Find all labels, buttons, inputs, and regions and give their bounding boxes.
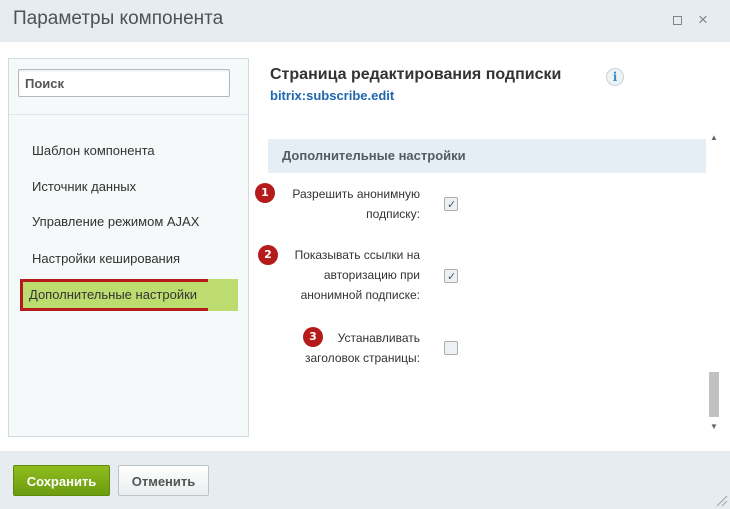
sidebar-item-template[interactable]: Шаблон компонента: [23, 138, 239, 164]
scroll-up-icon[interactable]: ▲: [706, 131, 722, 145]
option-label-anonymous: Разрешить анонимную подписку:: [260, 184, 420, 224]
dialog-body: Шаблон компонента Источник данных Управл…: [0, 42, 730, 451]
search-input[interactable]: [18, 69, 230, 97]
scroll-down-icon[interactable]: ▼: [706, 420, 722, 434]
sidebar-item-caching[interactable]: Настройки кеширования: [23, 246, 239, 272]
sidebar-item-active-highlight: [206, 279, 238, 311]
option-label-line: Разрешить анонимную: [292, 187, 420, 201]
resize-grip-icon[interactable]: [714, 493, 728, 507]
save-button[interactable]: Сохранить: [13, 465, 110, 496]
sidebar-item-additional-settings[interactable]: Дополнительные настройки: [20, 279, 208, 311]
option-label-page-title: Устанавливать заголовок страницы:: [260, 328, 420, 368]
option-label-line: анонимной подписке:: [300, 288, 420, 302]
option-label-line: Устанавливать: [337, 331, 420, 345]
vertical-scrollbar[interactable]: ▲ ▼: [706, 131, 722, 434]
scrollbar-thumb[interactable]: [709, 372, 719, 417]
maximize-icon[interactable]: [669, 12, 685, 28]
option-label-line: подписку:: [366, 207, 420, 221]
anonymous-subscribe-checkbox[interactable]: ✓: [444, 197, 458, 211]
section-header: Дополнительные настройки: [268, 139, 706, 173]
checkmark-icon: ✓: [447, 270, 457, 283]
sidebar-item-ajax[interactable]: Управление режимом AJAX: [23, 209, 239, 235]
settings-scroll-area: Дополнительные настройки 1 Разрешить ано…: [255, 131, 706, 434]
page-title: Страница редактирования подписки: [270, 66, 562, 83]
set-page-title-checkbox[interactable]: [444, 341, 458, 355]
checkmark-icon: ✓: [447, 198, 457, 211]
option-label-line: заголовок страницы:: [304, 351, 420, 365]
sidebar-item-data-source[interactable]: Источник данных: [23, 174, 239, 200]
option-label-line: Показывать ссылки на: [294, 248, 420, 262]
cancel-button[interactable]: Отменить: [118, 465, 209, 496]
info-icon[interactable]: i: [606, 68, 624, 86]
sidebar-divider: [9, 114, 248, 115]
close-icon[interactable]: ×: [695, 11, 711, 28]
show-auth-links-checkbox[interactable]: ✓: [444, 269, 458, 283]
dialog-title: Параметры компонента: [13, 8, 224, 29]
option-label-auth-links: Показывать ссылки на авторизацию при ано…: [260, 245, 420, 305]
component-code-name: bitrix:subscribe.edit: [270, 88, 395, 103]
dialog-titlebar: Параметры компонента ×: [0, 0, 730, 42]
dialog-footer: Сохранить Отменить: [0, 451, 730, 509]
sidebar: Шаблон компонента Источник данных Управл…: [8, 58, 249, 437]
option-label-line: авторизацию при: [323, 268, 420, 282]
